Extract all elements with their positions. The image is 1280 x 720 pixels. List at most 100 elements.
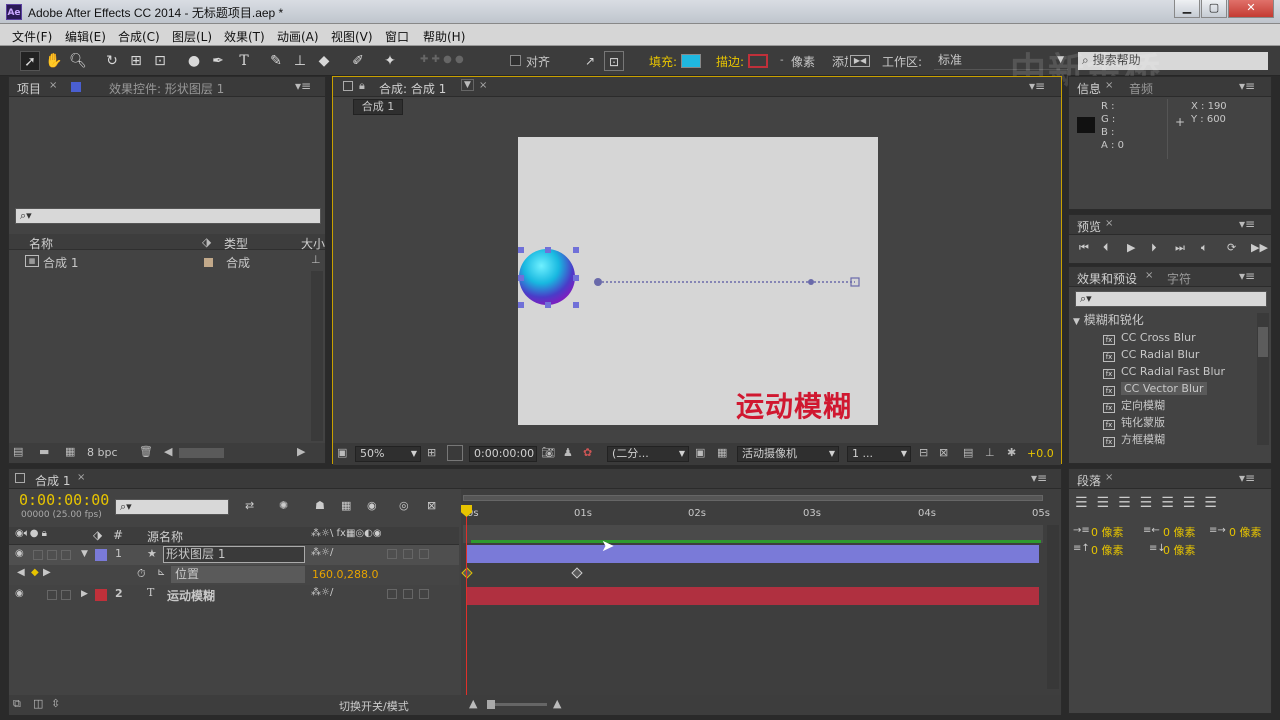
fast-preview-icon[interactable]: ▣ (695, 446, 705, 459)
pan-behind-tool-icon[interactable]: ⊡ (150, 51, 170, 71)
list-item[interactable]: ▦ 合成 1 合成 ⊥ (9, 253, 325, 271)
table-row[interactable]: ◉ ▶ 2 T 运动模糊 ⁂☼/ (9, 585, 459, 605)
rotate-tool-icon[interactable]: ↻ (102, 51, 122, 71)
av-switches-icon[interactable]: ◉🔈︎● 🔒︎ (15, 528, 47, 539)
previous-frame-icon[interactable]: ⏴ (1103, 241, 1109, 255)
effects-scrollbar[interactable] (1257, 313, 1269, 445)
zoom-out-icon[interactable]: ▲ (469, 697, 477, 710)
modes-icon[interactable]: ◫ (33, 697, 43, 710)
menu-layer[interactable]: 图层(L) (172, 28, 212, 45)
layer-switch-icons[interactable]: ⁂☼/ (311, 587, 333, 598)
tab-composition[interactable]: 合成: 合成 1 (379, 80, 446, 97)
show-snapshot-icon[interactable]: ♟ (563, 446, 573, 459)
snap-edge-icon[interactable]: ⊡ (604, 51, 624, 71)
composition-canvas[interactable]: 运动模糊 (518, 137, 878, 425)
flowchart-icon[interactable]: ⊥ (985, 446, 995, 459)
effect-item[interactable]: fx CC Vector Blur (1103, 380, 1207, 397)
layer-bar-shape[interactable] (467, 545, 1039, 563)
toggle-switches-modes[interactable]: 切换开关/模式 (339, 698, 409, 714)
selection-tool-icon[interactable]: ➚ (20, 51, 40, 71)
panel-menu-icon[interactable]: ▾≡ (1029, 79, 1045, 93)
effect-item[interactable]: fx CC Radial Fast Blur (1103, 363, 1225, 380)
effects-category[interactable]: ▼ 模糊和锐化 (1073, 311, 1144, 329)
layer-name[interactable]: 形状图层 1 (163, 546, 305, 563)
tab-effects-presets[interactable]: 效果和预设 (1077, 270, 1137, 287)
fill-swatch[interactable] (681, 54, 701, 68)
play-icon[interactable]: ▶ (1127, 241, 1135, 254)
timeline-search-input[interactable]: ⌕▾ (115, 499, 229, 515)
stopwatch-icon[interactable]: ⏱︎ (137, 567, 146, 581)
col-name[interactable]: 名称 (29, 235, 53, 252)
layer-name[interactable]: 运动模糊 (167, 587, 215, 604)
close-icon[interactable]: × (479, 80, 487, 91)
menu-composition[interactable]: 合成(C) (118, 28, 160, 45)
col-source-name[interactable]: 源名称 (147, 528, 183, 545)
close-icon[interactable]: × (1105, 218, 1113, 229)
add-label[interactable]: 添加: (832, 53, 848, 70)
always-preview-icon[interactable]: ▣ (337, 446, 347, 459)
motion-blur-icon[interactable]: ◉ (367, 499, 377, 512)
effect-item[interactable]: fx 方框模糊 (1103, 431, 1165, 448)
effect-item[interactable]: fx 钝化蒙版 (1103, 414, 1165, 431)
hide-shy-icon[interactable]: ☗ (315, 499, 325, 512)
chevron-right-icon[interactable]: ▶ (81, 589, 88, 599)
timeline-vertical-scrollbar[interactable] (1047, 525, 1059, 689)
layer-bar-text[interactable] (467, 587, 1039, 605)
close-icon[interactable]: × (77, 472, 85, 483)
layer-label-color[interactable] (95, 589, 107, 601)
scroll-left-icon[interactable]: ◀ (164, 445, 172, 458)
frame-blending-icon[interactable]: ▦ (341, 499, 351, 512)
effects-search-input[interactable]: ⌕▾ (1075, 291, 1267, 307)
timeline-icon[interactable]: ▤ (963, 446, 973, 459)
col-type[interactable]: 类型 (224, 235, 248, 252)
panel-menu-icon[interactable]: ▾≡ (1239, 79, 1255, 93)
panel-menu-icon[interactable]: ▾≡ (1239, 217, 1255, 231)
effect-item[interactable]: fx 定向模糊 (1103, 397, 1165, 414)
text-layer-preview[interactable]: 运动模糊 (736, 385, 852, 425)
add-keyframe-icon[interactable]: ◆ (31, 567, 39, 578)
effect-item[interactable]: fx CC Radial Blur (1103, 346, 1199, 363)
layer-switches-icon[interactable]: ⧉ (13, 697, 21, 711)
scroll-right-icon[interactable]: ▶ (297, 445, 305, 458)
new-folder-icon[interactable]: ▬ (39, 445, 49, 458)
project-search-input[interactable]: ⌕▾ (15, 208, 321, 224)
brainstorm-icon[interactable]: ⊠ (427, 499, 436, 512)
transparency-grid-icon[interactable]: ▦ (717, 446, 727, 459)
view-layout-select[interactable]: 1 ... ▼ (847, 446, 911, 462)
work-area-bar[interactable] (463, 525, 1043, 543)
region-of-interest-icon[interactable] (447, 445, 463, 461)
channel-icon[interactable]: ✿ (583, 446, 592, 459)
playhead-line[interactable] (466, 507, 467, 695)
switch-box[interactable] (419, 549, 429, 559)
property-value[interactable]: 160.0,288.0 (312, 568, 378, 581)
loop-icon[interactable]: ⟳ (1227, 241, 1236, 254)
tab-preview[interactable]: 预览 (1077, 218, 1101, 235)
switch-box[interactable] (387, 589, 397, 599)
menu-animation[interactable]: 动画(A) (277, 28, 319, 45)
chevron-down-icon[interactable]: ▼ (81, 549, 88, 559)
layer-switch-icons[interactable]: ⁂☼/ (311, 547, 333, 558)
minimize-button[interactable]: ▁ (1174, 0, 1200, 18)
zoom-select[interactable]: 50% ▼ (355, 446, 421, 462)
hand-tool-icon[interactable]: ✋ (44, 51, 64, 71)
lock-icon[interactable]: 🔒︎ (359, 79, 365, 93)
snapshot-icon[interactable]: 📷︎ (541, 446, 555, 459)
tab-effect-controls[interactable]: 效果控件: 形状图层 1 (109, 80, 224, 97)
scroll-thumb[interactable] (1258, 327, 1268, 357)
ellipse-tool-icon[interactable]: ● (184, 51, 204, 71)
next-keyframe-icon[interactable]: ▶ (43, 567, 51, 578)
tab-paragraph[interactable]: 段落 (1077, 472, 1101, 489)
menu-view[interactable]: 视图(V) (331, 28, 373, 45)
solo-toggle[interactable] (47, 590, 57, 600)
switch-box[interactable] (387, 549, 397, 559)
next-frame-icon[interactable]: ⏵ (1151, 241, 1157, 255)
eraser-tool-icon[interactable]: ◆ (314, 51, 334, 71)
layer-label-color[interactable] (95, 549, 107, 561)
menu-edit[interactable]: 编辑(E) (65, 28, 106, 45)
clone-stamp-tool-icon[interactable]: ⊥ (290, 51, 310, 71)
solo-toggle[interactable] (47, 550, 57, 560)
exposure-value[interactable]: +0.0 (1027, 447, 1054, 460)
zoom-in-icon[interactable]: ▲ (553, 697, 561, 710)
eye-icon[interactable]: ◉ (15, 588, 24, 599)
text-tool-icon[interactable]: T (234, 51, 254, 71)
